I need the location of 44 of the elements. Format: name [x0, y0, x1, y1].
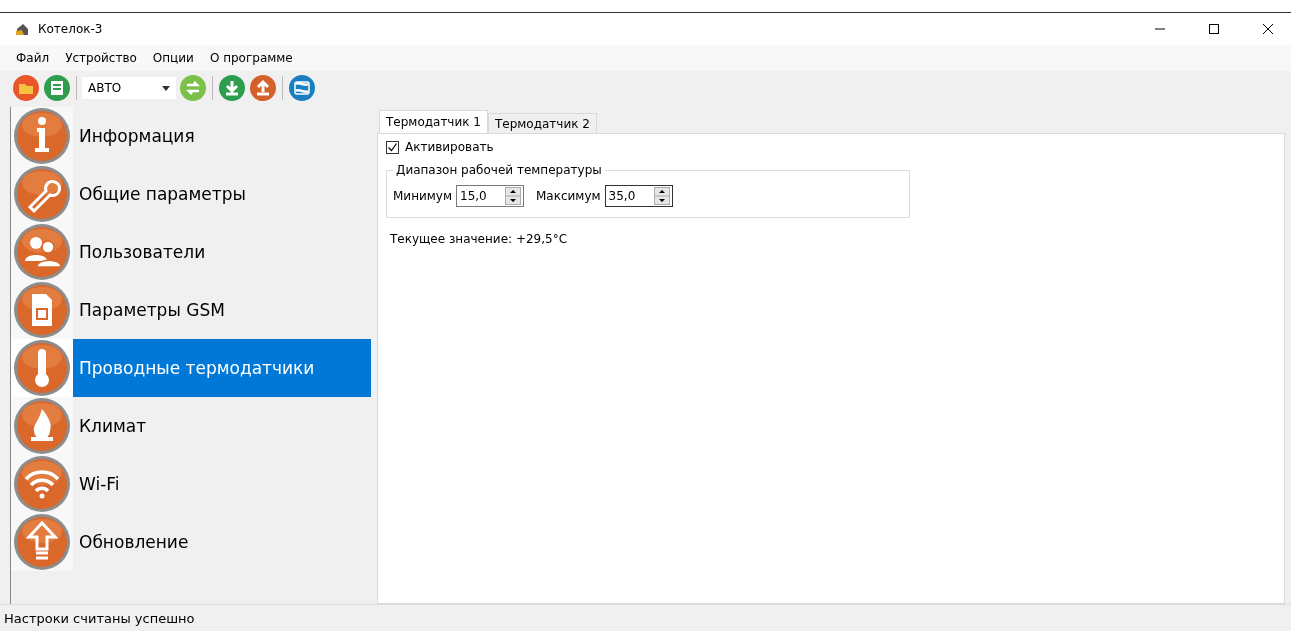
number-spinner[interactable]: 35,0: [604, 185, 673, 207]
folder-icon[interactable]: [12, 74, 40, 102]
info-icon: [13, 107, 71, 165]
thermometer-icon: [13, 339, 71, 397]
spin-arrows-icon[interactable]: [653, 187, 670, 205]
sidebar-item[interactable]: Пользователи: [11, 223, 371, 281]
maximize-icon: [1209, 24, 1219, 34]
tab[interactable]: Термодатчик 1: [379, 110, 488, 133]
wrench-icon: [13, 165, 71, 223]
menu-item[interactable]: Устройство: [57, 47, 145, 69]
checkbox-label: Активировать: [405, 140, 494, 154]
caret-icon: [162, 85, 170, 91]
menu-item[interactable]: Файл: [8, 47, 58, 69]
sidebar-item[interactable]: Проводные термодатчики: [11, 339, 371, 397]
sidebar-item[interactable]: Обновление: [11, 513, 371, 571]
upload-icon[interactable]: [249, 74, 277, 102]
number-spinner[interactable]: 15,0: [456, 185, 524, 207]
sidebar-item[interactable]: Климат: [11, 397, 371, 455]
status-text: Настроки считаны успешно: [4, 610, 195, 626]
sidebar-item[interactable]: Информация: [11, 107, 371, 165]
document-icon[interactable]: [43, 74, 71, 102]
activate-checkbox[interactable]: [386, 140, 399, 154]
flame-icon: [13, 397, 71, 455]
sidebar-item[interactable]: Wi-Fi: [11, 455, 371, 513]
window-title: Котелок-3: [38, 22, 104, 36]
menu-item[interactable]: О программе: [201, 47, 301, 69]
tab[interactable]: Термодатчик 2: [487, 113, 597, 133]
group-title: Диапазон рабочей температуры: [393, 163, 605, 177]
swap-arrows-icon[interactable]: [179, 74, 207, 102]
max-label: Максимум: [536, 189, 601, 203]
close-icon: [1263, 24, 1273, 34]
app-icon: [14, 21, 30, 37]
min-label: Минимум: [393, 189, 452, 203]
spin-arrows-icon[interactable]: [505, 187, 521, 205]
menu-item[interactable]: Опции: [144, 47, 202, 69]
sidebar-item[interactable]: Общие параметры: [11, 165, 371, 223]
sidebar-item[interactable]: Параметры GSM: [11, 281, 371, 339]
wifi-icon: [13, 455, 71, 513]
download-icon[interactable]: [218, 74, 246, 102]
users-icon: [13, 223, 71, 281]
sim-card-icon: [13, 281, 71, 339]
wave-icon[interactable]: [288, 74, 316, 102]
mode-dropdown[interactable]: АВТО: [82, 77, 176, 99]
current-value: Текущее значение: +29,5°C: [389, 232, 568, 246]
